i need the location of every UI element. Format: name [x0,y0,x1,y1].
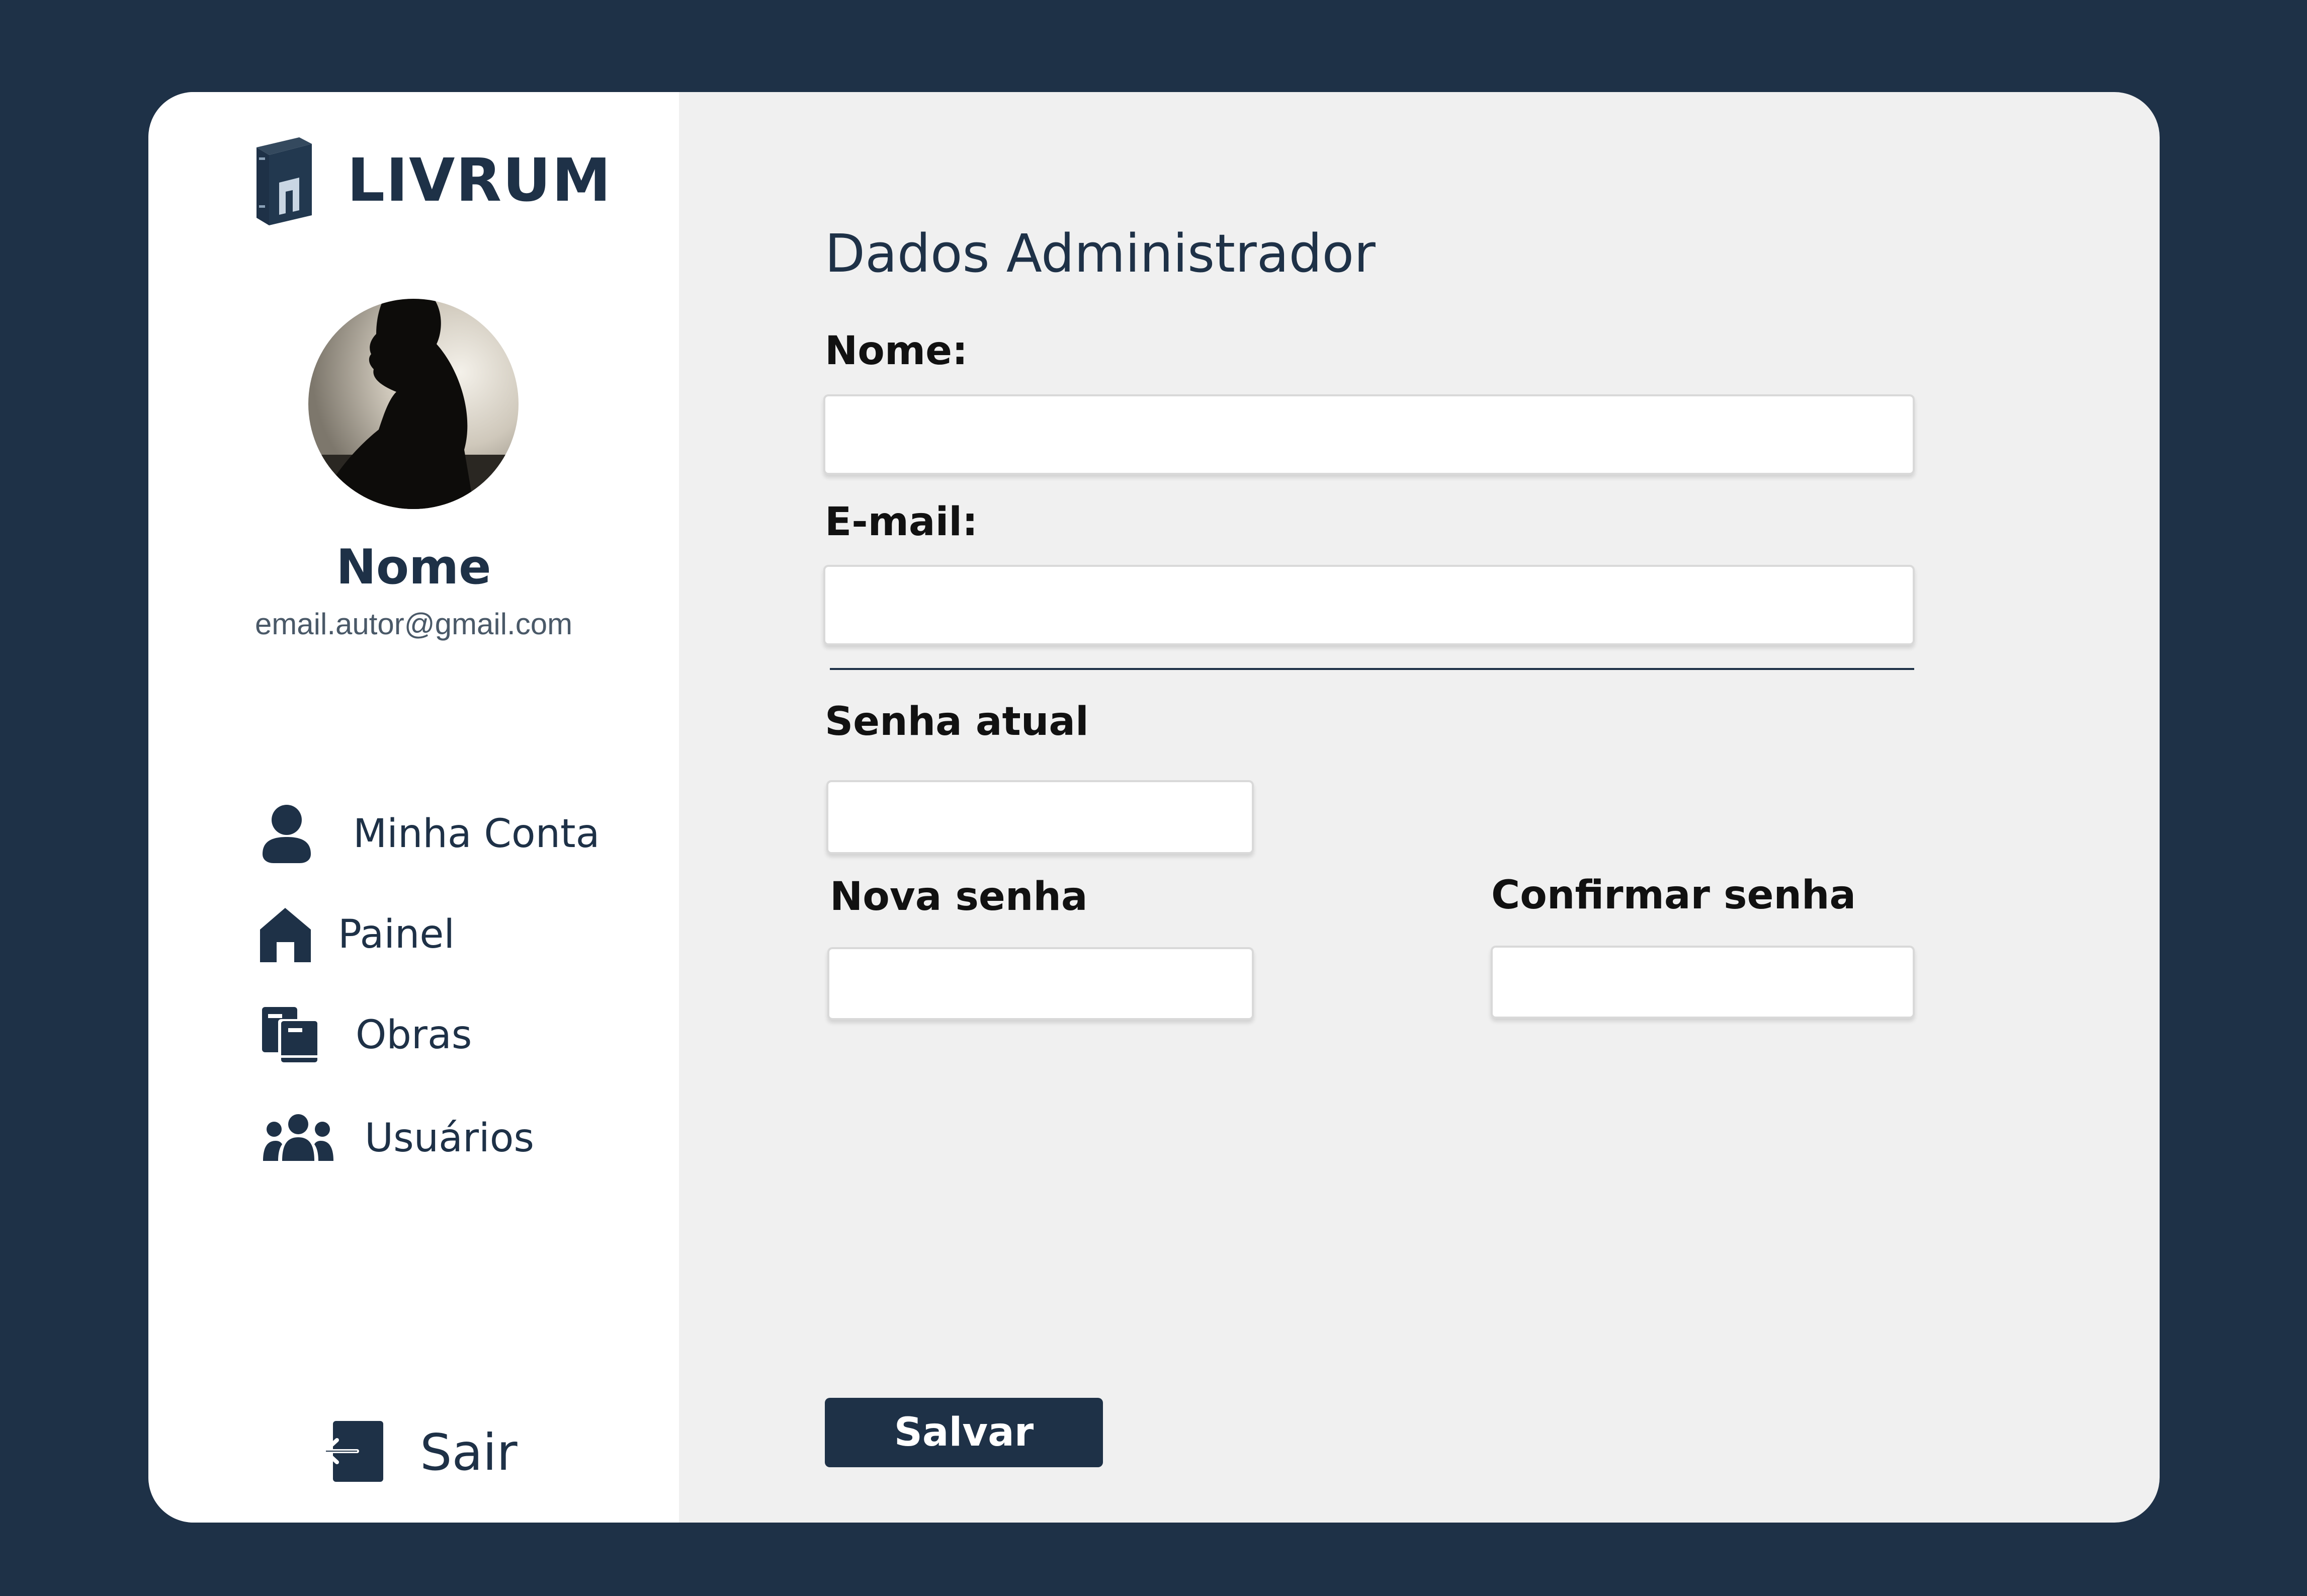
logout-label: Sair [420,1423,518,1482]
avatar[interactable] [308,299,519,509]
sidebar-item-usuarios[interactable]: Usuários [263,1113,534,1163]
email-field[interactable] [823,565,1915,645]
current-password-field[interactable] [826,780,1254,854]
sidebar-item-label: Minha Conta [353,811,600,857]
email-label: E-mail: [825,499,978,545]
app-window: LIVRUM Nome email.autor@gmail.com Minha … [148,92,2160,1523]
sidebar-item-obras[interactable]: Obras [260,1005,472,1065]
profile-email: email.autor@gmail.com [254,607,573,641]
new-password-field[interactable] [827,947,1254,1020]
sidebar-item-label: Obras [356,1013,472,1058]
logout-button[interactable]: Sair [322,1420,518,1485]
page-title: Dados Administrador [825,222,1376,284]
sidebar-item-painel[interactable]: Painel [259,907,455,962]
home-icon [259,907,312,962]
logout-icon [322,1420,385,1485]
name-field[interactable] [823,394,1915,475]
profile-name: Nome [336,540,491,595]
confirm-password-label: Confirmar senha [1491,873,1856,918]
confirm-password-field[interactable] [1491,946,1915,1019]
sidebar-item-label: Painel [338,912,455,957]
brand-name: LIVRUM [347,145,612,215]
new-password-label: Nova senha [830,874,1088,919]
sidebar: LIVRUM Nome email.autor@gmail.com Minha … [148,92,679,1523]
books-icon [260,1005,320,1065]
users-icon [263,1113,333,1163]
book-logo-icon [251,135,317,230]
sidebar-item-minha-conta[interactable]: Minha Conta [262,804,600,864]
name-label: Nome: [825,328,968,374]
sidebar-item-label: Usuários [365,1116,535,1161]
save-button[interactable]: Salvar [825,1398,1103,1467]
brand-logo[interactable]: LIVRUM [251,135,612,230]
section-divider [830,668,1914,670]
user-icon [262,804,312,864]
current-password-label: Senha atual [825,699,1089,744]
